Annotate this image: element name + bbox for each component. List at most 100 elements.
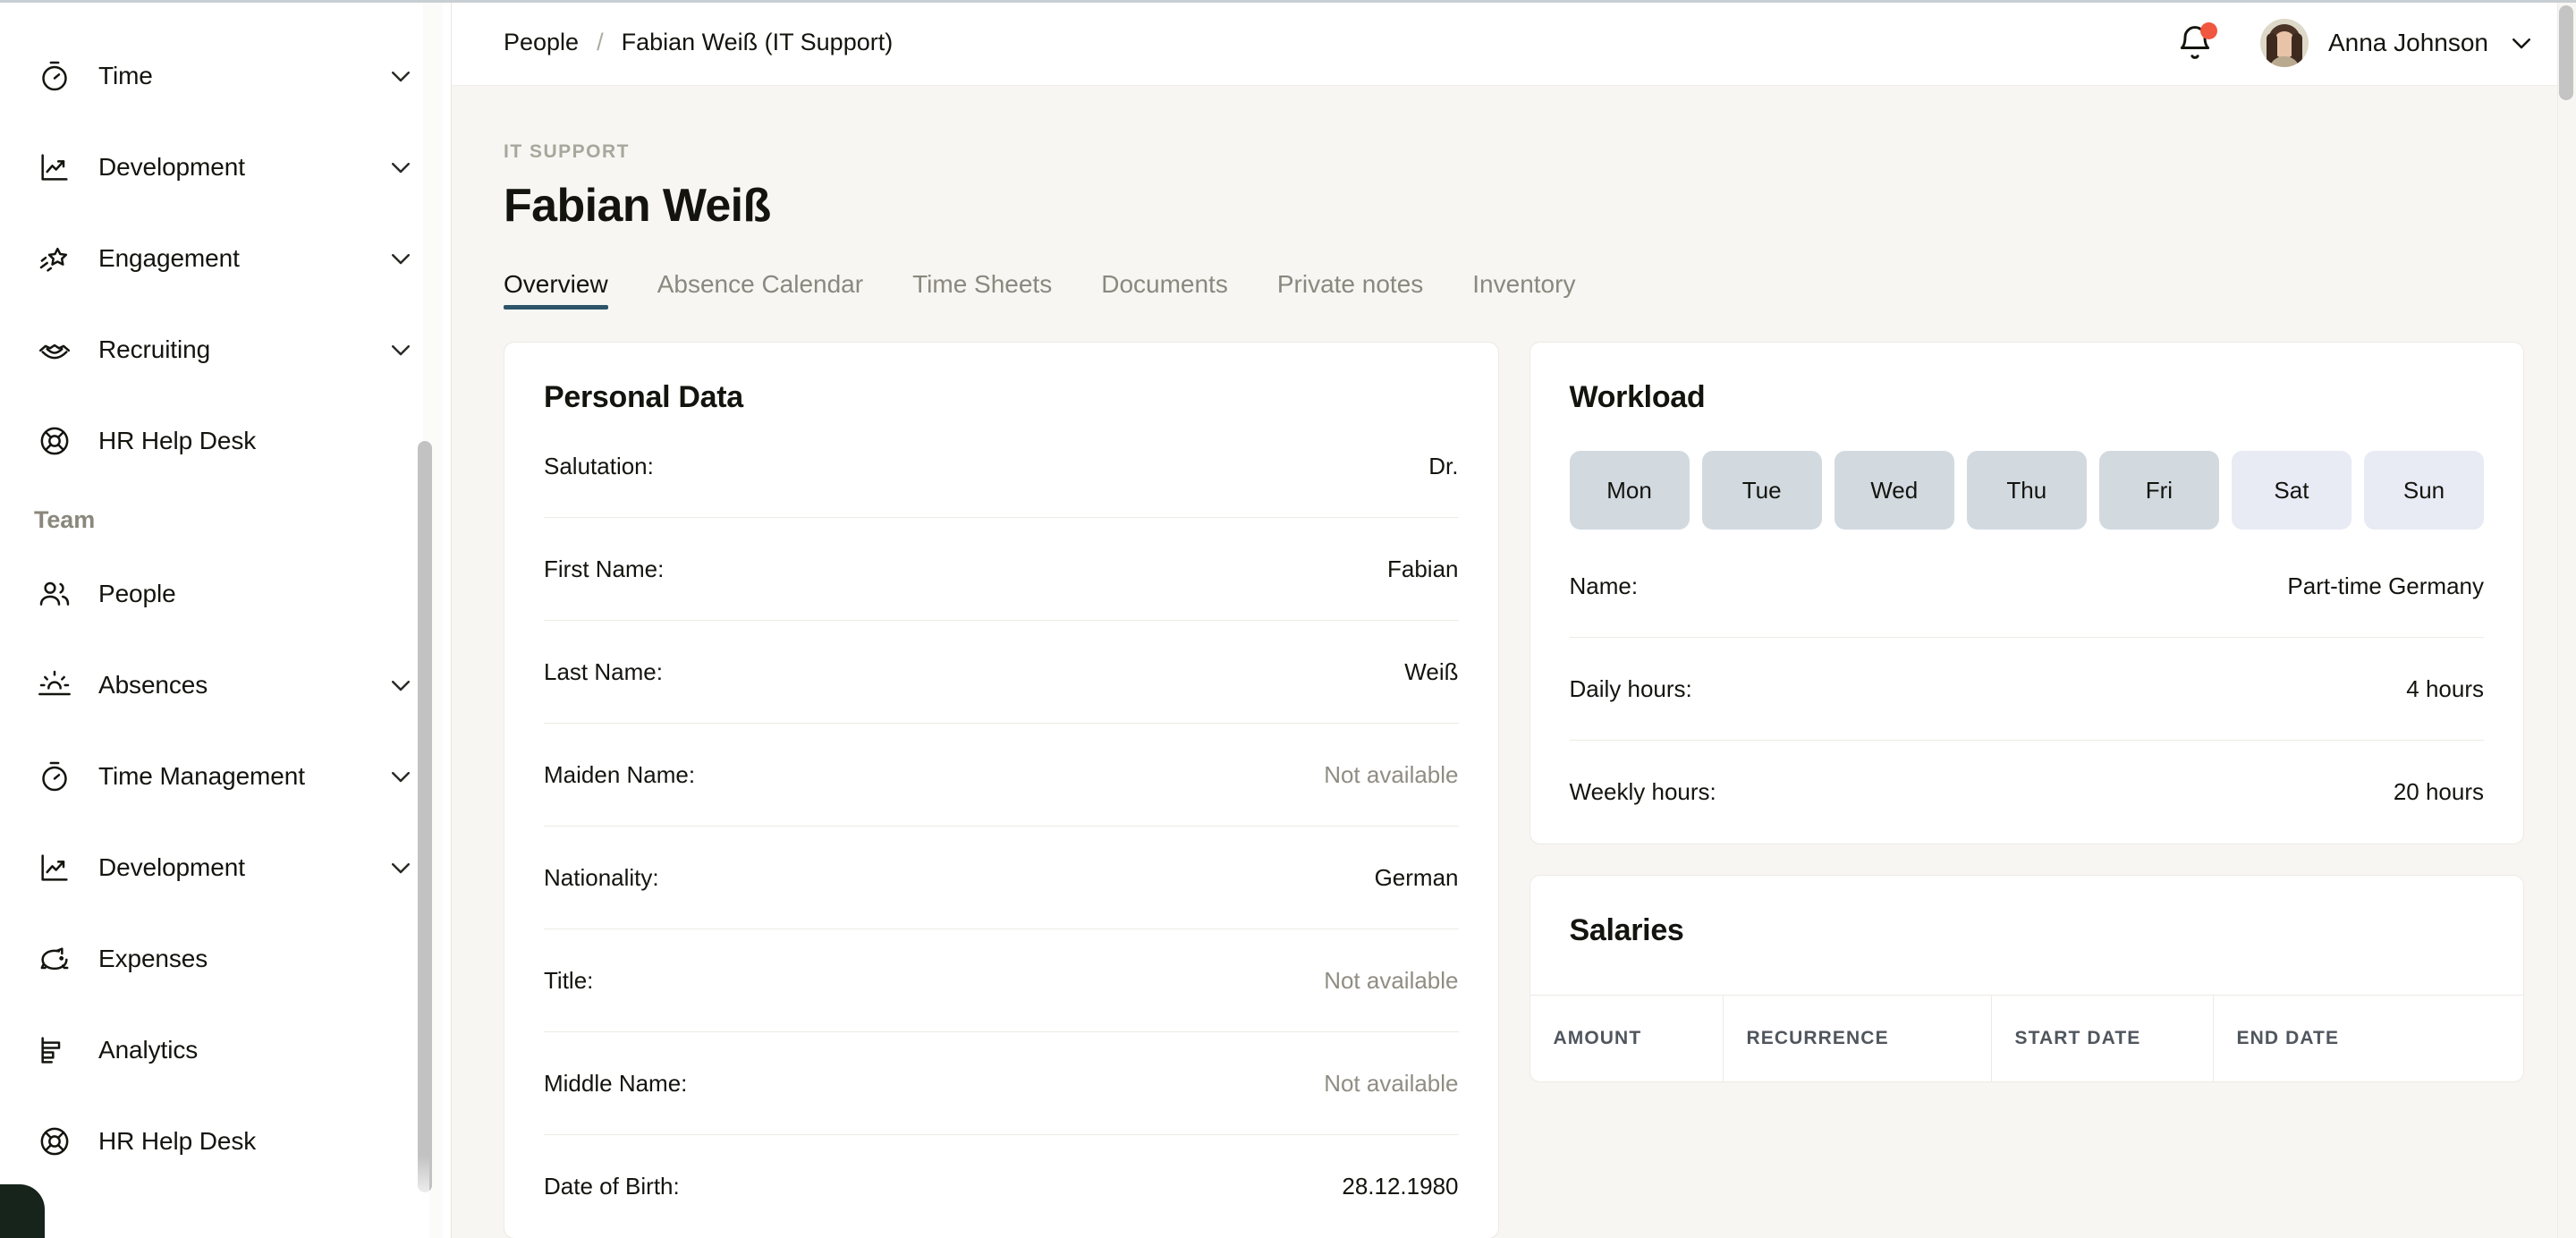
notification-bell-icon[interactable] — [2173, 20, 2219, 66]
chevron-down-icon[interactable] — [387, 336, 414, 363]
tab-documents[interactable]: Documents — [1101, 270, 1228, 342]
workload-row: Daily hours: 4 hours — [1570, 638, 2485, 741]
breadcrumb-separator: / — [597, 29, 604, 56]
sidebar-scrollbar-thumb[interactable] — [418, 441, 432, 1192]
bar-chart-icon — [34, 1030, 75, 1071]
sidebar-item-people[interactable]: People — [0, 548, 452, 640]
workload-day-fri[interactable]: Fri — [2099, 451, 2219, 530]
tab-absence-calendar[interactable]: Absence Calendar — [657, 270, 863, 342]
sidebar-item-time-management[interactable]: Time Management — [0, 731, 452, 822]
top-bar: People / Fabian Weiß (IT Support) Anna J… — [452, 0, 2576, 86]
sidebar-item-label: Time Management — [98, 762, 387, 791]
people-icon — [34, 573, 75, 615]
sidebar-item-engagement[interactable]: Engagement — [0, 213, 452, 304]
row-value: Weiß — [1404, 658, 1458, 686]
row-value: 20 hours — [2394, 778, 2484, 806]
left-column: Personal Data Salutation: Dr. First Name… — [504, 342, 1499, 1238]
lifebuoy-icon — [34, 420, 75, 462]
personal-data-row: Date of Birth: 28.12.1980 — [544, 1135, 1459, 1238]
chevron-down-icon[interactable] — [387, 763, 414, 790]
sidebar-item-hr-help-desk[interactable]: HR Help Desk — [0, 1096, 452, 1187]
chart-up-icon — [34, 847, 75, 888]
salaries-column-header[interactable]: START DATE — [1992, 996, 2214, 1081]
row-label: Salutation: — [544, 453, 654, 480]
user-name: Anna Johnson — [2328, 29, 2488, 57]
piggy-bank-icon — [34, 938, 75, 979]
workload-day-wed[interactable]: Wed — [1835, 451, 1954, 530]
personal-data-row: Salutation: Dr. — [544, 415, 1459, 518]
page-eyebrow: IT SUPPORT — [504, 141, 2524, 163]
sidebar-item-label: Expenses — [98, 945, 414, 973]
breadcrumb-people[interactable]: People — [504, 29, 579, 56]
tab-bar: Overview Absence Calendar Time Sheets Docum… — [504, 270, 2524, 342]
row-value: Not available — [1324, 967, 1458, 995]
chevron-down-icon — [2508, 30, 2535, 56]
row-value: 28.12.1980 — [1342, 1173, 1458, 1200]
row-value: Not available — [1324, 1070, 1458, 1098]
personal-data-row: First Name: Fabian — [544, 518, 1459, 621]
sidebar: Absences Time Development Engagement Rec… — [0, 0, 452, 1238]
salaries-column-header[interactable]: AMOUNT — [1530, 996, 1724, 1081]
personal-data-card: Personal Data Salutation: Dr. First Name… — [504, 342, 1499, 1238]
user-menu[interactable]: Anna Johnson — [2260, 19, 2535, 67]
sidebar-item-recruiting[interactable]: Recruiting — [0, 304, 452, 395]
page-scrollbar-track[interactable] — [2557, 0, 2576, 1238]
row-label: Name: — [1570, 572, 1639, 600]
sidebar-item-label: Analytics — [98, 1036, 414, 1064]
row-value: Fabian — [1387, 555, 1459, 583]
workload-day-thu[interactable]: Thu — [1967, 451, 2087, 530]
sidebar-item-absences[interactable]: Absences — [0, 640, 452, 731]
tab-time-sheets[interactable]: Time Sheets — [912, 270, 1052, 342]
workload-day-sat[interactable]: Sat — [2232, 451, 2351, 530]
chevron-down-icon[interactable] — [387, 63, 414, 89]
stopwatch-icon — [34, 756, 75, 797]
salaries-card: Salaries AMOUNTRECURRENCESTART DATEEND D… — [1530, 875, 2525, 1082]
tab-private-notes[interactable]: Private notes — [1277, 270, 1423, 342]
sidebar-item-development[interactable]: Development — [0, 822, 452, 913]
page-scrollbar-thumb[interactable] — [2559, 5, 2573, 100]
sidebar-item-hr-help-desk[interactable]: HR Help Desk — [0, 395, 452, 487]
workload-day-sun[interactable]: Sun — [2364, 451, 2484, 530]
chevron-down-icon[interactable] — [387, 672, 414, 699]
sidebar-item-development[interactable]: Development — [0, 122, 452, 213]
workload-day-tue[interactable]: Tue — [1702, 451, 1822, 530]
salaries-column-header[interactable]: END DATE — [2214, 996, 2524, 1081]
salaries-column-header[interactable]: RECURRENCE — [1724, 996, 1992, 1081]
breadcrumb-current: Fabian Weiß (IT Support) — [622, 29, 894, 56]
row-value: German — [1375, 864, 1459, 892]
chevron-down-icon[interactable] — [387, 245, 414, 272]
sidebar-section-team: Team — [0, 487, 452, 548]
personal-data-row: Title: Not available — [544, 929, 1459, 1032]
tab-inventory[interactable]: Inventory — [1472, 270, 1575, 342]
tab-overview[interactable]: Overview — [504, 270, 608, 342]
personal-data-rows: Salutation: Dr. First Name: Fabian Last … — [504, 415, 1498, 1238]
sidebar-item-label: HR Help Desk — [98, 1127, 414, 1156]
sidebar-item-expenses[interactable]: Expenses — [0, 913, 452, 1005]
sidebar-item-time[interactable]: Time — [0, 30, 452, 122]
row-label: Maiden Name: — [544, 761, 695, 789]
sidebar-item-label: Absences — [98, 671, 387, 700]
row-value: Part-time Germany — [2287, 572, 2484, 600]
notification-unread-dot — [2200, 22, 2217, 39]
sidebar-item-absences[interactable]: Absences — [0, 0, 452, 30]
sidebar-item-analytics[interactable]: Analytics — [0, 1005, 452, 1096]
chart-up-icon — [34, 147, 75, 188]
personal-data-row: Middle Name: Not available — [544, 1032, 1459, 1135]
workload-day-chips: MonTueWedThuFriSatSun — [1530, 415, 2524, 535]
chevron-down-icon[interactable] — [387, 154, 414, 181]
sidebar-scrollbar-track[interactable] — [423, 0, 443, 1238]
workload-day-mon[interactable]: Mon — [1570, 451, 1690, 530]
workload-row: Weekly hours: 20 hours — [1570, 741, 2485, 844]
workload-rows: Name: Part-time Germany Daily hours: 4 h… — [1530, 535, 2524, 844]
sunrise-icon — [34, 665, 75, 706]
corner-accent-shape — [0, 1184, 45, 1238]
personal-data-row: Maiden Name: Not available — [544, 724, 1459, 827]
page-header: IT SUPPORT Fabian Weiß OverviewAbsence C… — [452, 86, 2576, 342]
row-label: Weekly hours: — [1570, 778, 1716, 806]
personal-data-row: Nationality: German — [544, 827, 1459, 929]
salaries-title: Salaries — [1530, 876, 2524, 995]
workload-card: Workload MonTueWedThuFriSatSun Name: Par… — [1530, 342, 2525, 844]
salaries-table-header: AMOUNTRECURRENCESTART DATEEND DATE — [1530, 995, 2524, 1081]
row-label: First Name: — [544, 555, 664, 583]
chevron-down-icon[interactable] — [387, 854, 414, 881]
